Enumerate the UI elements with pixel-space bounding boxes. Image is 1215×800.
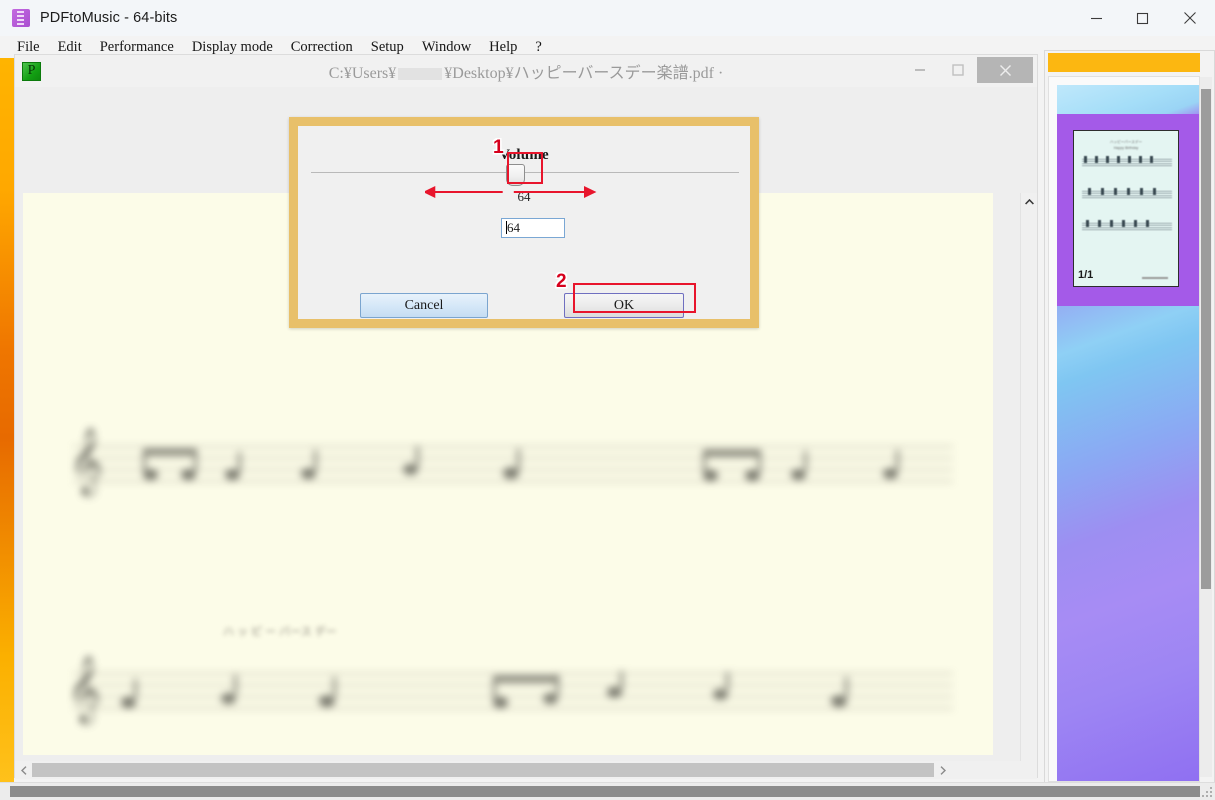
volume-input-value: 64 [507,220,520,235]
thumbnail-vertical-scrollbar[interactable] [1200,77,1212,777]
note-beam [703,450,761,456]
app-icon [12,9,30,27]
scroll-right-icon[interactable] [934,761,951,779]
note-stem [804,451,807,470]
window-titlebar: PDFtoMusic - 64-bits [0,0,1215,36]
note-head [713,689,728,700]
note-stem [234,675,237,694]
volume-slider-track[interactable] [311,172,739,173]
document-horizontal-scrollbar[interactable] [15,761,1037,779]
thumbnail-footer-mark [1142,277,1168,279]
note-stem [134,679,137,698]
note-stem [416,446,419,466]
ok-button[interactable]: OK [564,293,684,318]
note-stem [238,452,241,471]
left-accent-strip [0,58,14,788]
treble-clef-icon: 𝄞 [67,654,102,722]
window-controls [1073,0,1215,36]
application-window: PDFtoMusic - 64-bits File Edit Performan… [0,0,1215,800]
note-head [831,695,847,707]
document-title: C:¥Users¥ ¥Desktop¥ハッピーバースデー楽譜.pdf · [15,59,1037,83]
thumbnail-title-line2: Happy Birthday [1113,146,1139,151]
note-head [301,468,316,479]
thumbnail-panel: ハッピーバースデー Happy Birthday 1/1 [1044,50,1215,785]
volume-slider-thumb[interactable] [506,164,525,186]
note-head [883,468,898,479]
thumbnail-notes [1084,156,1160,163]
page-indicator: 1/1 [1078,269,1094,281]
note-head [121,697,136,708]
scroll-left-icon[interactable] [15,761,32,779]
document-minimize-icon[interactable] [901,57,939,83]
horizontal-scroll-thumb[interactable] [32,763,934,777]
treble-clef-icon: 𝄞 [69,426,104,494]
note-head [221,693,236,704]
note-head [791,469,806,480]
note-stem [726,672,729,690]
minimize-icon[interactable] [1073,0,1119,36]
document-vertical-scrollbar[interactable] [1020,193,1037,779]
staff-system-2: 𝄞 [67,659,953,719]
close-icon[interactable] [1165,0,1215,36]
document-maximize-icon[interactable] [939,57,977,83]
document-title-suffix: ¥Desktop¥ハッピーバースデー楽譜.pdf · [444,65,724,82]
staff-system-1: 𝄞 [69,431,953,492]
note-stem [896,450,899,469]
cancel-button[interactable]: Cancel [360,293,488,318]
dialog-title-label: Volume [499,147,549,163]
note-head [319,695,335,707]
redacted-username [398,68,443,81]
note-stem [517,449,520,469]
note-beam [493,676,559,682]
window-title: PDFtoMusic - 64-bits [40,10,178,26]
thumbnail-notes [1088,188,1158,195]
note-stem [620,671,623,689]
document-window-controls [901,57,1033,83]
page-thumbnail-1[interactable]: ハッピーバースデー Happy Birthday 1/1 [1073,130,1179,287]
volume-input[interactable]: 64 [501,218,565,238]
thumbnail-panel-header [1048,53,1200,72]
resize-grip[interactable] [1201,787,1213,799]
note-stem [333,677,336,696]
document-close-icon[interactable] [977,57,1033,83]
note-stem [314,450,317,469]
lyric-text: ハ ッ ピ ー バース デー [223,626,337,638]
note-stem [845,677,848,696]
document-icon: P [22,61,41,81]
volume-slider-value: 64 [517,189,531,204]
document-title-prefix: C:¥Users¥ [328,65,397,82]
scroll-up-icon[interactable] [1021,193,1037,210]
volume-dialog: Volume 64 64 Cancel OK [289,117,759,328]
maximize-icon[interactable] [1119,0,1165,36]
thumbnail-notes [1086,220,1158,227]
thumbnail-sheet-title: ハッピーバースデー Happy Birthday [1074,139,1178,151]
thumbnail-scroll-thumb[interactable] [1201,89,1211,589]
bottom-scrollbar[interactable] [0,782,1215,800]
thumbnail-scroller[interactable]: ハッピーバースデー Happy Birthday 1/1 [1048,76,1200,782]
note-beam [143,449,197,455]
bottom-scroll-thumb[interactable] [10,786,1200,797]
document-titlebar: P C:¥Users¥ ¥Desktop¥ハッピーバースデー楽譜.pdf · [15,55,1037,87]
